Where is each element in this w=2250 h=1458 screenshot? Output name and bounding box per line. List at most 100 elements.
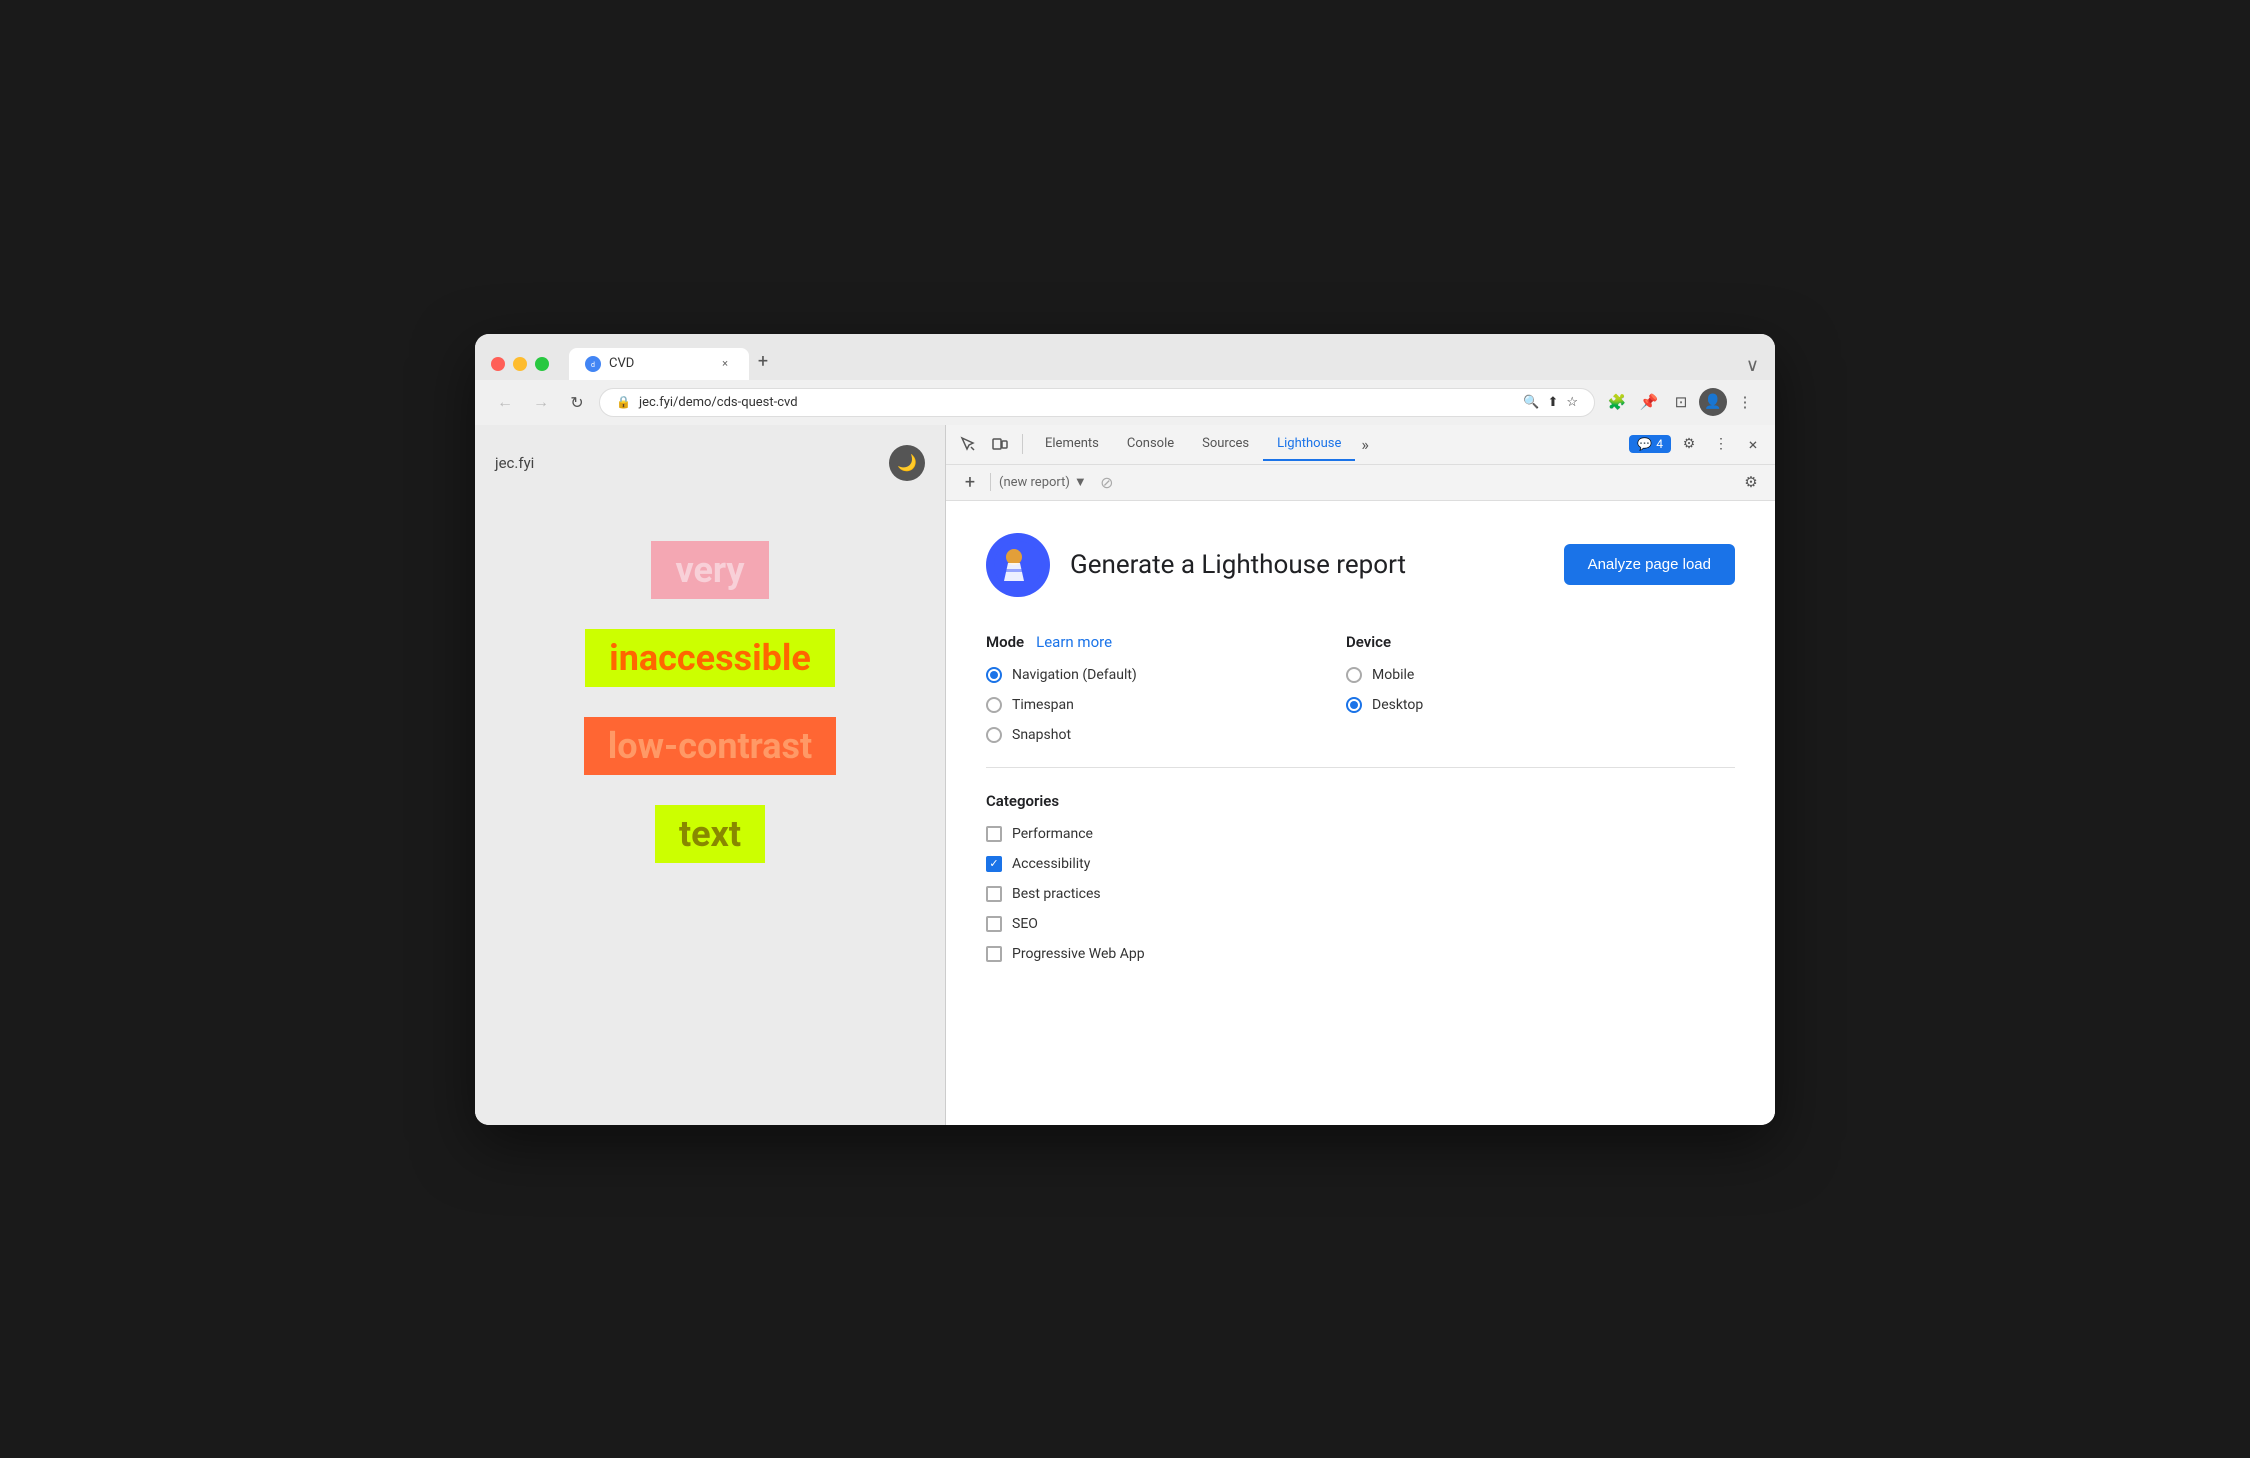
- category-best-practices[interactable]: Best practices: [986, 886, 1735, 902]
- timespan-radio[interactable]: [986, 697, 1002, 713]
- performance-label: Performance: [1012, 826, 1093, 842]
- lh-settings-button[interactable]: ⚙: [1739, 470, 1763, 494]
- tab-lighthouse[interactable]: Lighthouse: [1263, 428, 1355, 461]
- lh-separator: [990, 473, 991, 491]
- webpage-panel: jec.fyi 🌙 very inaccessible low-contrast…: [475, 425, 945, 1125]
- snapshot-label: Snapshot: [1012, 727, 1071, 743]
- device-desktop[interactable]: Desktop: [1346, 697, 1626, 713]
- category-performance[interactable]: Performance: [986, 826, 1735, 842]
- devtools-more-button[interactable]: ⋮: [1707, 430, 1735, 458]
- mode-header: Mode Learn more: [986, 633, 1266, 651]
- devtools-close-button[interactable]: ×: [1739, 430, 1767, 458]
- categories-section: Categories Performance ✓ Accessibility: [986, 792, 1735, 962]
- mode-snapshot[interactable]: Snapshot: [986, 727, 1266, 743]
- text-inaccessible: inaccessible: [585, 629, 835, 687]
- device-radio-group: Mobile Desktop: [1346, 667, 1626, 713]
- category-pwa[interactable]: Progressive Web App: [986, 946, 1735, 962]
- extensions-icon[interactable]: 🧩: [1603, 388, 1631, 416]
- svg-text:d: d: [591, 361, 595, 369]
- lighthouse-logo: [986, 533, 1050, 597]
- desktop-radio[interactable]: [1346, 697, 1362, 713]
- text-very: very: [651, 541, 768, 599]
- device-mobile[interactable]: Mobile: [1346, 667, 1626, 683]
- new-tab-button[interactable]: +: [749, 348, 777, 376]
- toolbar-separator: [1022, 434, 1023, 454]
- lighthouse-title: Generate a Lighthouse report: [1070, 550, 1544, 580]
- lighthouse-main-content: Generate a Lighthouse report Analyze pag…: [946, 501, 1775, 1125]
- analyze-page-load-button[interactable]: Analyze page load: [1564, 544, 1735, 585]
- lighthouse-add-button[interactable]: +: [958, 470, 982, 494]
- mobile-radio[interactable]: [1346, 667, 1362, 683]
- share-icon: ⬆: [1547, 395, 1558, 410]
- nav-bar: ← → ↻ 🔒 jec.fyi/demo/cds-quest-cvd 🔍 ⬆ ☆…: [475, 380, 1775, 425]
- mode-timespan[interactable]: Timespan: [986, 697, 1266, 713]
- inspect-element-button[interactable]: [954, 430, 982, 458]
- device-section: Device Mobile Desktop: [1346, 633, 1626, 743]
- performance-checkbox[interactable]: [986, 826, 1002, 842]
- mode-navigation[interactable]: Navigation (Default): [986, 667, 1266, 683]
- bookmark-icon: ☆: [1566, 395, 1578, 410]
- maximize-traffic-light[interactable]: [535, 357, 549, 371]
- device-toggle-button[interactable]: [986, 430, 1014, 458]
- active-tab[interactable]: d CVD ×: [569, 348, 749, 380]
- profile-button[interactable]: 👤: [1699, 388, 1727, 416]
- mode-radio-group: Navigation (Default) Timespan Snapshot: [986, 667, 1266, 743]
- tab-console[interactable]: Console: [1113, 428, 1188, 461]
- reload-button[interactable]: ↻: [563, 388, 591, 416]
- seo-checkbox[interactable]: [986, 916, 1002, 932]
- device-header: Device: [1346, 633, 1626, 651]
- text-low-contrast: low-contrast: [584, 717, 836, 775]
- seo-label: SEO: [1012, 916, 1038, 932]
- tab-close-button[interactable]: ×: [717, 356, 733, 372]
- category-accessibility[interactable]: ✓ Accessibility: [986, 856, 1735, 872]
- title-bar: d CVD × + ∨: [475, 334, 1775, 380]
- navigation-radio[interactable]: [986, 667, 1002, 683]
- tab-elements[interactable]: Elements: [1031, 428, 1113, 461]
- category-seo[interactable]: SEO: [986, 916, 1735, 932]
- issues-icon: 💬: [1637, 437, 1652, 451]
- tab-title: CVD: [609, 356, 709, 371]
- pin-icon[interactable]: 📌: [1635, 388, 1663, 416]
- desktop-label: Desktop: [1372, 697, 1423, 713]
- split-screen-icon[interactable]: ⊡: [1667, 388, 1695, 416]
- devtools-settings-button[interactable]: ⚙: [1675, 430, 1703, 458]
- forward-button[interactable]: →: [527, 388, 555, 416]
- mode-device-row: Mode Learn more Navigation (Default) Tim…: [986, 633, 1735, 743]
- report-selector[interactable]: (new report) ▼: [999, 474, 1087, 490]
- webpage-header: jec.fyi 🌙: [475, 445, 945, 481]
- best-practices-checkbox[interactable]: [986, 886, 1002, 902]
- more-tabs-button[interactable]: »: [1355, 431, 1375, 458]
- accessibility-checkbox[interactable]: ✓: [986, 856, 1002, 872]
- devtools-tabs: Elements Console Sources Lighthouse »: [1031, 428, 1625, 461]
- navigation-label: Navigation (Default): [1012, 667, 1137, 683]
- more-options-button[interactable]: ⋮: [1731, 388, 1759, 416]
- lighthouse-subtoolbar: + (new report) ▼ ⊘ ⚙: [946, 465, 1775, 501]
- very-text: very: [675, 549, 744, 591]
- minimize-traffic-light[interactable]: [513, 357, 527, 371]
- devtools-panel: Elements Console Sources Lighthouse »: [945, 425, 1775, 1125]
- snapshot-radio[interactable]: [986, 727, 1002, 743]
- pwa-checkbox[interactable]: [986, 946, 1002, 962]
- tab-sources[interactable]: Sources: [1188, 428, 1263, 461]
- issues-badge[interactable]: 💬 4: [1629, 435, 1671, 453]
- window-controls-end[interactable]: ∨: [1746, 355, 1759, 376]
- block-button[interactable]: ⊘: [1095, 470, 1119, 494]
- timespan-label: Timespan: [1012, 697, 1074, 713]
- webpage-content: very inaccessible low-contrast text: [475, 521, 945, 883]
- browser-window: d CVD × + ∨ ← → ↻ 🔒 jec.fyi/demo/cds-que…: [475, 334, 1775, 1125]
- devtools-toolbar: Elements Console Sources Lighthouse »: [946, 425, 1775, 465]
- device-title: Device: [1346, 633, 1391, 651]
- traffic-lights: [491, 357, 549, 371]
- inaccessible-text: inaccessible: [609, 637, 811, 679]
- webpage-logo: jec.fyi: [495, 454, 534, 472]
- learn-more-link[interactable]: Learn more: [1036, 633, 1112, 651]
- lock-icon: 🔒: [616, 395, 631, 409]
- close-traffic-light[interactable]: [491, 357, 505, 371]
- mode-section: Mode Learn more Navigation (Default) Tim…: [986, 633, 1266, 743]
- back-button[interactable]: ←: [491, 388, 519, 416]
- text-text: text: [655, 805, 765, 863]
- content-area: jec.fyi 🌙 very inaccessible low-contrast…: [475, 425, 1775, 1125]
- dark-mode-button[interactable]: 🌙: [889, 445, 925, 481]
- address-bar[interactable]: 🔒 jec.fyi/demo/cds-quest-cvd 🔍 ⬆ ☆: [599, 388, 1595, 417]
- section-divider: [986, 767, 1735, 768]
